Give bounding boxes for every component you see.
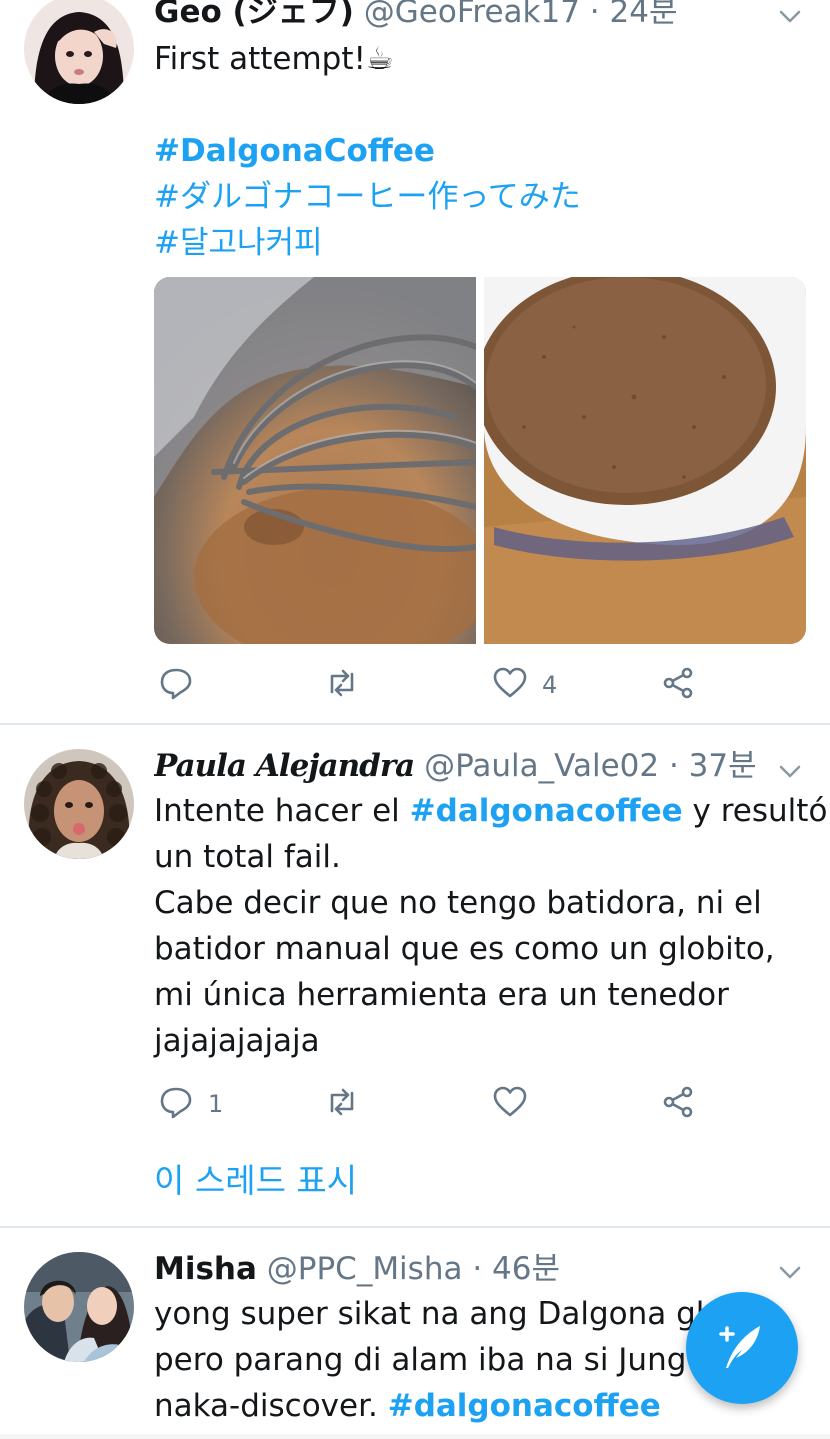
reply-icon (158, 1084, 194, 1124)
hashtag-link[interactable]: #DalgonaCoffee (154, 128, 804, 174)
share-button[interactable] (660, 662, 696, 708)
hashtag-link[interactable]: #dalgonacoffee (410, 793, 683, 829)
chevron-down-icon[interactable] (776, 757, 804, 785)
retweet-icon (324, 665, 360, 705)
tweet-header: Geo (ジェフ) @GeoFreak17 · 24분 (154, 0, 770, 32)
tweet-time[interactable]: 24분 (610, 0, 678, 30)
reply-count: 1 (208, 1090, 224, 1118)
tweet-text: First attempt!☕ #DalgonaCoffee #ダルゴナコーヒー… (154, 36, 804, 266)
tweet-actions: 1 (154, 1081, 714, 1127)
share-button[interactable] (660, 1081, 696, 1127)
like-button[interactable]: 4 (492, 662, 557, 708)
retweet-button[interactable] (324, 662, 360, 708)
like-count: 4 (542, 671, 558, 699)
tweet-text-line: Intente hacer el #dalgonacoffee y result… (154, 788, 827, 834)
whisk-in-bowl-image[interactable] (154, 277, 476, 644)
tweet-text-line: jajajajajaja (154, 1023, 320, 1059)
retweet-icon (324, 1084, 360, 1124)
author-name[interactable]: Paula Alejandra (154, 748, 415, 784)
timeline-feed: Geo (ジェフ) @GeoFreak17 · 24분 First attemp… (0, 0, 830, 1439)
author-handle[interactable]: @Paula_Vale02 (424, 748, 659, 784)
tweet-text-line: Cabe decir que no tengo batidora, ni el (154, 885, 762, 921)
hashtag-link[interactable]: #달고나커피 (154, 220, 804, 266)
tweet-media (154, 277, 806, 644)
tweet[interactable]: Paula Alejandra @Paula_Vale02 · 37분 Inte… (0, 725, 830, 1227)
share-icon (660, 665, 696, 705)
text-segment: y resultó (682, 793, 828, 829)
tweet-actions: 4 (154, 662, 714, 708)
tweet-header: Paula Alejandra @Paula_Vale02 · 37분 (154, 746, 770, 786)
author-name[interactable]: Misha (154, 1251, 257, 1287)
tweet-time[interactable]: 37분 (689, 748, 757, 784)
share-icon (660, 1084, 696, 1124)
coffee-cup-image[interactable] (484, 277, 806, 644)
show-thread-link[interactable]: 이 스레드 표시 (154, 1160, 357, 1202)
chevron-down-icon[interactable] (776, 1258, 804, 1286)
compose-tweet-button[interactable] (686, 1292, 798, 1404)
hashtag-link[interactable]: #ダルゴナコーヒー作ってみた (154, 174, 804, 220)
avatar[interactable] (24, 1252, 134, 1362)
tweet-text-line: mi única herramienta era un tenedor (154, 977, 729, 1013)
heart-icon (492, 1084, 528, 1124)
tweet-text-line: First attempt!☕ (154, 41, 394, 77)
separator: · (589, 0, 600, 30)
avatar[interactable] (24, 0, 134, 104)
reply-button[interactable]: 1 (158, 1081, 223, 1127)
author-handle[interactable]: @PPC_Misha (267, 1251, 463, 1287)
tweet[interactable]: Geo (ジェフ) @GeoFreak17 · 24분 First attemp… (0, 0, 830, 724)
like-button[interactable] (492, 1081, 528, 1127)
compose-tweet-icon (712, 1316, 772, 1380)
tweet-text-line: un total fail. (154, 839, 341, 875)
tweet-text-blank (154, 82, 804, 128)
bottom-divider (0, 1434, 830, 1439)
hashtag-link[interactable]: #dalgonacoffee (388, 1388, 661, 1424)
author-handle[interactable]: @GeoFreak17 (364, 0, 580, 30)
tweet-text-line: batidor manual que es como un globito, (154, 931, 775, 967)
reply-button[interactable] (158, 662, 208, 708)
heart-icon (492, 665, 528, 705)
separator: · (472, 1251, 483, 1287)
text-segment: naka-discover. (154, 1388, 388, 1424)
text-segment: Intente hacer el (154, 793, 410, 829)
tweet-header: Misha @PPC_Misha · 46분 (154, 1249, 770, 1289)
author-name[interactable]: Geo (ジェフ) (154, 0, 354, 30)
tweet-time[interactable]: 46분 (492, 1251, 560, 1287)
reply-icon (158, 665, 194, 705)
retweet-button[interactable] (324, 1081, 360, 1127)
avatar[interactable] (24, 749, 134, 859)
separator: · (668, 748, 679, 784)
tweet-text: Intente hacer el #dalgonacoffee y result… (154, 788, 827, 1064)
chevron-down-icon[interactable] (776, 2, 804, 30)
